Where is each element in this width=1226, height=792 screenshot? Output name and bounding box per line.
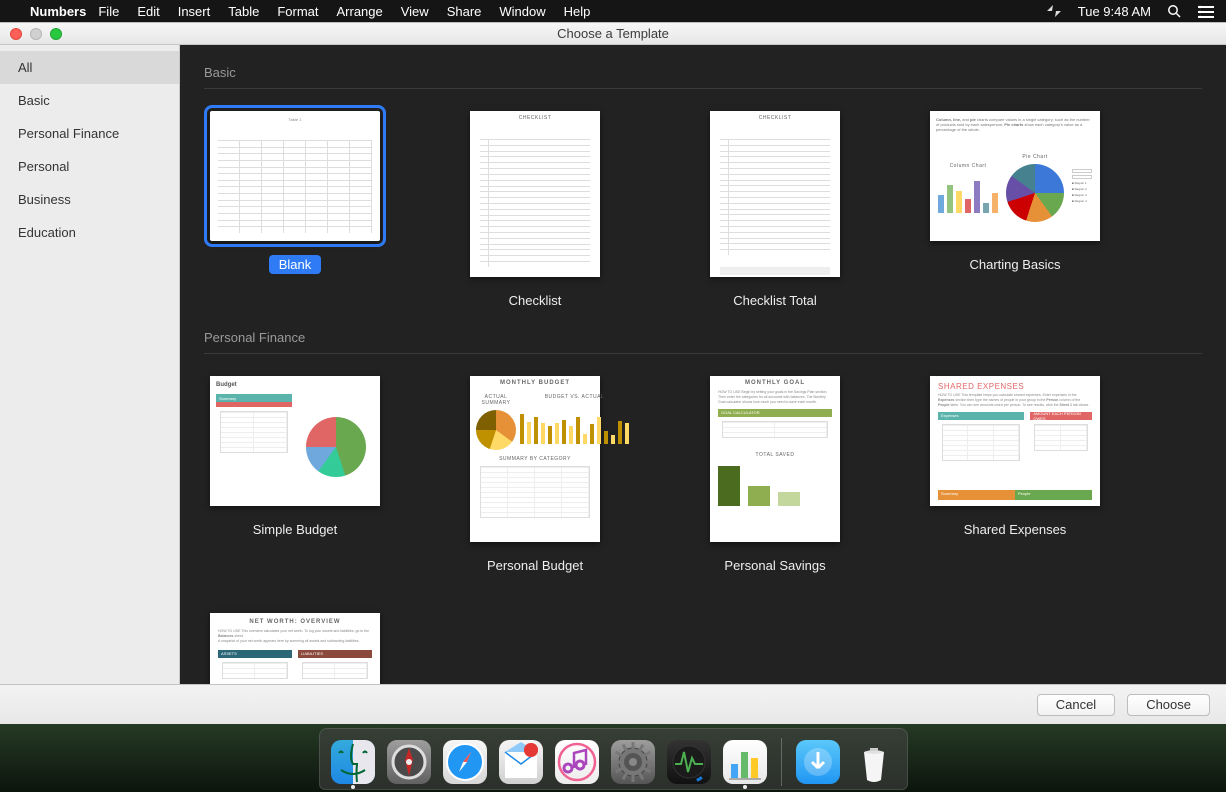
template-thumbnail: Column, line, and pie charts compare val… [930, 111, 1100, 241]
dock-separator [781, 738, 782, 786]
dock-app-mail[interactable] [497, 738, 545, 786]
menu-edit[interactable]: Edit [137, 4, 159, 19]
template-personal-budget[interactable]: MONTHLY BUDGETACTUAL SUMMARYBUDGET VS. A… [450, 376, 620, 575]
template-label: Shared Expenses [954, 520, 1077, 539]
menu-format[interactable]: Format [277, 4, 318, 19]
template-thumbnail: CHECKLIST [470, 111, 600, 277]
menu-insert[interactable]: Insert [178, 4, 211, 19]
status-icon[interactable] [1046, 4, 1062, 18]
window-title: Choose a Template [0, 26, 1226, 41]
sidebar-item-personal-finance[interactable]: Personal Finance [0, 117, 179, 150]
menu-arrange[interactable]: Arrange [336, 4, 382, 19]
app-menu[interactable]: Numbers [30, 4, 86, 19]
menu-table[interactable]: Table [228, 4, 259, 19]
template-checklist-total[interactable]: CHECKLIST Checklist Total [690, 111, 860, 310]
template-charting-basics[interactable]: Column, line, and pie charts compare val… [930, 111, 1100, 310]
notification-center-icon[interactable] [1198, 5, 1214, 18]
menu-view[interactable]: View [401, 4, 429, 19]
template-thumbnail: CHECKLIST [710, 111, 840, 277]
section-header: Basic [204, 45, 1202, 89]
template-grid[interactable]: BasicTable 1BlankCHECKLISTChecklistCHECK… [180, 45, 1226, 684]
sidebar-item-personal[interactable]: Personal [0, 150, 179, 183]
dock-downloads[interactable] [794, 738, 842, 786]
menubar-clock[interactable]: Tue 9:48 AM [1078, 4, 1151, 19]
spotlight-icon[interactable] [1167, 4, 1182, 19]
template-net-worth[interactable]: NET WORTH: OVERVIEWHOW TO USE This overv… [210, 613, 380, 684]
dock-app-safari[interactable] [441, 738, 489, 786]
sidebar-item-basic[interactable]: Basic [0, 84, 179, 117]
menu-help[interactable]: Help [564, 4, 591, 19]
dock-app-activity-monitor[interactable] [665, 738, 713, 786]
dock-app-launchpad[interactable] [385, 738, 433, 786]
cancel-button[interactable]: Cancel [1037, 694, 1115, 716]
template-shared-expenses[interactable]: SHARED EXPENSESHOW TO USE This template … [930, 376, 1100, 575]
template-thumbnail: SHARED EXPENSESHOW TO USE This template … [930, 376, 1100, 506]
template-chooser-window: Choose a Template All Basic Personal Fin… [0, 22, 1226, 724]
sidebar-item-all[interactable]: All [0, 51, 179, 84]
template-blank[interactable]: Table 1 Blank [210, 111, 380, 310]
template-checklist[interactable]: CHECKLIST Checklist [450, 111, 620, 310]
dock-app-numbers[interactable] [721, 738, 769, 786]
template-label: Simple Budget [243, 520, 348, 539]
section-header: Personal Finance [204, 310, 1202, 354]
choose-button[interactable]: Choose [1127, 694, 1210, 716]
template-label: Charting Basics [959, 255, 1070, 274]
template-thumbnail: Table 1 [210, 111, 380, 241]
menubar: Numbers File Edit Insert Table Format Ar… [0, 0, 1226, 22]
sidebar-item-business[interactable]: Business [0, 183, 179, 216]
dock-app-finder[interactable] [329, 738, 377, 786]
menu-window[interactable]: Window [499, 4, 545, 19]
category-sidebar: All Basic Personal Finance Personal Busi… [0, 45, 180, 684]
template-thumbnail: BudgetSummary [210, 376, 380, 506]
dock [0, 728, 1226, 790]
window-titlebar: Choose a Template [0, 23, 1226, 45]
template-thumbnail: MONTHLY BUDGETACTUAL SUMMARYBUDGET VS. A… [470, 376, 600, 542]
template-label: Personal Budget [477, 556, 593, 575]
template-thumbnail: NET WORTH: OVERVIEWHOW TO USE This overv… [210, 613, 380, 684]
window-footer: Cancel Choose [0, 684, 1226, 724]
dock-app-settings[interactable] [609, 738, 657, 786]
dock-app-itunes[interactable] [553, 738, 601, 786]
template-label: Blank [269, 255, 322, 274]
dock-trash[interactable] [850, 738, 898, 786]
template-personal-savings[interactable]: MONTHLY GOALHOW TO USE Begin by setting … [690, 376, 860, 575]
sidebar-item-education[interactable]: Education [0, 216, 179, 249]
template-label: Checklist Total [723, 291, 827, 310]
template-thumbnail: MONTHLY GOALHOW TO USE Begin by setting … [710, 376, 840, 542]
menu-share[interactable]: Share [447, 4, 482, 19]
template-label: Personal Savings [714, 556, 835, 575]
template-label: Checklist [499, 291, 572, 310]
menu-file[interactable]: File [98, 4, 119, 19]
template-simple-budget[interactable]: BudgetSummary Simple Budget [210, 376, 380, 575]
